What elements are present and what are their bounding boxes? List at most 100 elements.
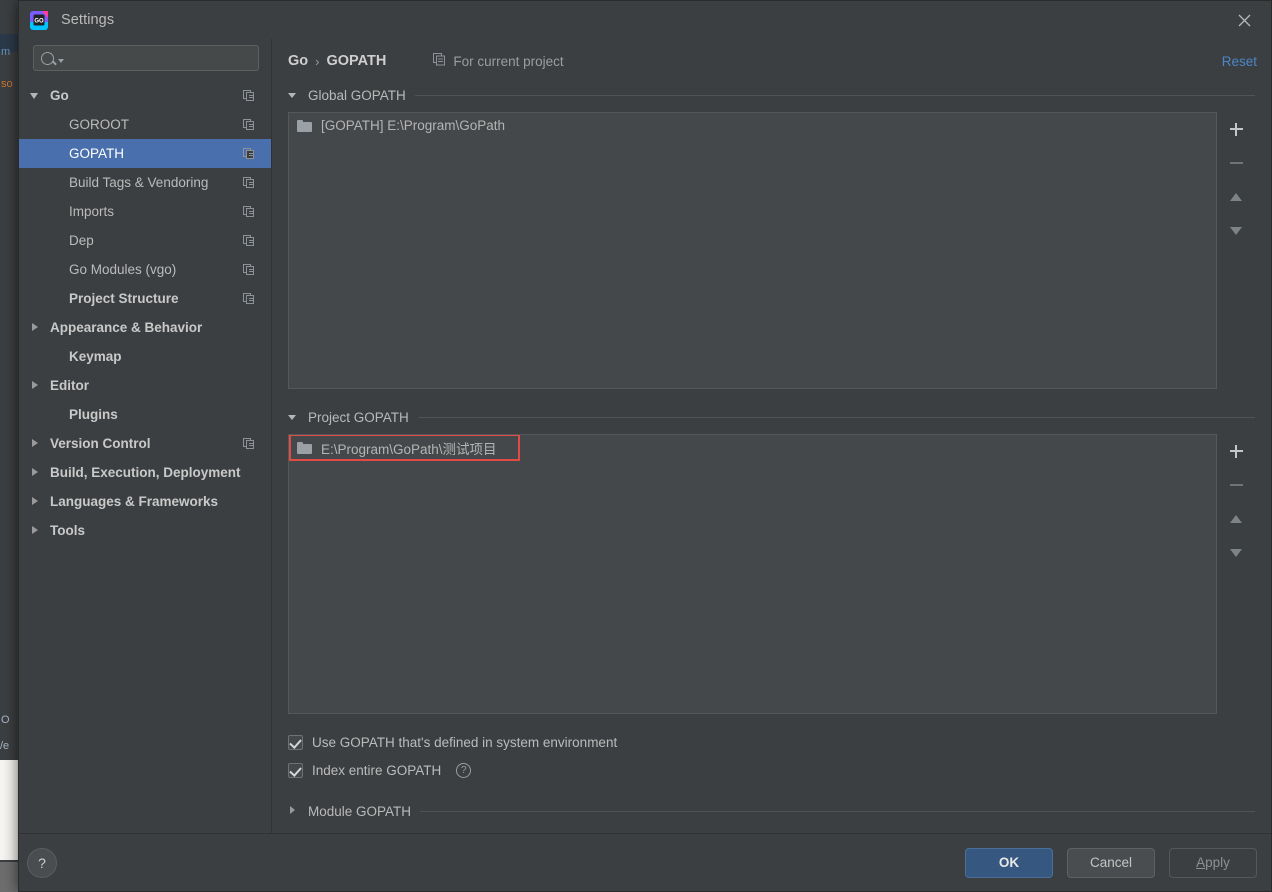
chevron-down-icon[interactable] — [29, 89, 42, 102]
copy-icon[interactable] — [243, 147, 255, 160]
twisty-placeholder — [48, 234, 61, 247]
copy-icon[interactable] — [243, 205, 255, 218]
sidebar-item-languages-frameworks[interactable]: Languages & Frameworks — [19, 487, 271, 516]
checkbox-icon[interactable] — [288, 762, 303, 778]
sidebar-item-editor[interactable]: Editor — [19, 371, 271, 400]
apply-button[interactable]: Apply — [1169, 847, 1257, 878]
chevron-down-icon[interactable] — [288, 412, 299, 423]
add-button[interactable] — [1224, 118, 1248, 140]
sidebar-item-go-modules-vgo[interactable]: Go Modules (vgo) — [19, 255, 271, 284]
search-input[interactable] — [64, 51, 251, 65]
chevron-right-icon[interactable] — [29, 379, 42, 392]
chevron-right-icon[interactable] — [288, 805, 299, 817]
settings-sidebar: Go GOROOT GOPATH Build Tags & Vendoring Impo… — [19, 39, 272, 833]
settings-tree[interactable]: Go GOROOT GOPATH Build Tags & Vendoring Impo… — [19, 79, 271, 833]
svg-text:GO: GO — [34, 18, 44, 24]
sidebar-item-label: Languages & Frameworks — [50, 494, 219, 509]
reset-link[interactable]: Reset — [1222, 54, 1257, 69]
sidebar-item-appearance-behavior[interactable]: Appearance & Behavior — [19, 313, 271, 342]
twisty-placeholder — [48, 176, 61, 189]
sidebar-item-project-structure[interactable]: Project Structure — [19, 284, 271, 313]
gopath-options: Use GOPATH that's defined in system envi… — [272, 714, 1271, 784]
use-system-gopath-label: Use GOPATH that's defined in system envi… — [312, 734, 618, 750]
project-gopath-header[interactable]: Project GOPATH — [272, 405, 1271, 429]
settings-detail-pane: Go › GOPATH For current project Reset Gl… — [272, 39, 1271, 833]
chevron-right-icon[interactable] — [29, 524, 42, 537]
move-up-button[interactable] — [1224, 186, 1248, 208]
copy-icon[interactable] — [243, 176, 255, 189]
twisty-placeholder — [48, 263, 61, 276]
sidebar-item-goroot[interactable]: GOROOT — [19, 110, 271, 139]
move-down-button[interactable] — [1224, 542, 1248, 564]
copy-icon[interactable] — [243, 437, 255, 450]
list-item-path: E:\Program\GoPath\测试项目 — [321, 441, 497, 457]
chevron-right-icon[interactable] — [29, 495, 42, 508]
sidebar-item-gopath[interactable]: GOPATH — [19, 139, 271, 168]
sidebar-item-label: Plugins — [69, 407, 118, 422]
cancel-button[interactable]: Cancel — [1067, 847, 1155, 878]
apply-label-rest: pply — [1205, 855, 1230, 870]
breadcrumb-root[interactable]: Go — [288, 53, 308, 69]
background-text-fragment: /e — [0, 740, 10, 752]
chevron-down-icon[interactable] — [288, 90, 299, 101]
list-item[interactable]: E:\Program\GoPath\测试项目 — [289, 435, 1216, 460]
sidebar-item-label: Keymap — [69, 349, 122, 364]
global-gopath-section: [GOPATH] E:\Program\GoPath — [288, 112, 1255, 389]
sidebar-item-keymap[interactable]: Keymap — [19, 342, 271, 371]
global-gopath-toolbar — [1217, 112, 1255, 389]
sidebar-item-label: Tools — [50, 523, 85, 538]
twisty-placeholder — [48, 408, 61, 421]
sidebar-item-build-execution-deployment[interactable]: Build, Execution, Deployment — [19, 458, 271, 487]
use-system-gopath-checkbox[interactable]: Use GOPATH that's defined in system envi… — [288, 728, 1271, 756]
copy-icon[interactable] — [243, 89, 255, 102]
apply-mnemonic: A — [1196, 855, 1206, 870]
move-down-button[interactable] — [1224, 220, 1248, 242]
project-gopath-section: E:\Program\GoPath\测试项目 — [288, 434, 1255, 714]
chevron-right-icon[interactable] — [29, 466, 42, 479]
copy-icon[interactable] — [243, 263, 255, 276]
sidebar-item-build-tags-vendoring[interactable]: Build Tags & Vendoring — [19, 168, 271, 197]
checkbox-icon[interactable] — [288, 734, 303, 750]
chevron-right-icon[interactable] — [29, 437, 42, 450]
move-up-button[interactable] — [1224, 508, 1248, 530]
search-container — [19, 39, 271, 79]
help-button[interactable]: ? — [27, 847, 57, 878]
dialog-title: Settings — [61, 12, 115, 28]
divider — [414, 94, 1255, 96]
divider — [417, 416, 1255, 418]
sidebar-item-go[interactable]: Go — [19, 81, 271, 110]
add-button[interactable] — [1224, 440, 1248, 462]
question-icon[interactable]: ? — [456, 762, 472, 778]
sidebar-item-imports[interactable]: Imports — [19, 197, 271, 226]
module-gopath-header[interactable]: Module GOPATH — [272, 799, 1271, 823]
copy-icon[interactable] — [243, 292, 255, 305]
sidebar-item-version-control[interactable]: Version Control — [19, 429, 271, 458]
copy-icon[interactable] — [243, 118, 255, 131]
remove-button[interactable] — [1224, 474, 1248, 496]
index-entire-gopath-checkbox[interactable]: Index entire GOPATH ? — [288, 756, 1271, 784]
close-icon[interactable] — [1223, 3, 1265, 37]
chevron-right-icon[interactable] — [29, 321, 42, 334]
ok-button[interactable]: OK — [965, 847, 1053, 878]
global-gopath-label: Global GOPATH — [308, 87, 406, 103]
sidebar-item-plugins[interactable]: Plugins — [19, 400, 271, 429]
remove-button[interactable] — [1224, 152, 1248, 174]
arrow-down-icon — [1230, 549, 1242, 557]
sidebar-item-tools[interactable]: Tools — [19, 516, 271, 545]
copy-icon[interactable] — [243, 234, 255, 247]
background-left-strip — [0, 0, 18, 892]
sidebar-item-label: Project Structure — [69, 291, 179, 306]
sidebar-item-dep[interactable]: Dep — [19, 226, 271, 255]
global-gopath-header[interactable]: Global GOPATH — [272, 83, 1271, 107]
search-box[interactable] — [33, 45, 259, 71]
twisty-placeholder — [48, 147, 61, 160]
sidebar-item-label: Build Tags & Vendoring — [69, 175, 209, 190]
list-item[interactable]: [GOPATH] E:\Program\GoPath — [289, 113, 1216, 138]
sidebar-item-label: Dep — [69, 233, 94, 248]
global-gopath-list[interactable]: [GOPATH] E:\Program\GoPath — [288, 112, 1217, 389]
folder-icon — [297, 119, 312, 132]
project-gopath-list[interactable]: E:\Program\GoPath\测试项目 — [288, 434, 1217, 714]
dialog-footer: ? OK Cancel Apply — [19, 833, 1271, 891]
background-statusbar-fragment — [0, 862, 18, 892]
folder-icon — [297, 441, 312, 454]
